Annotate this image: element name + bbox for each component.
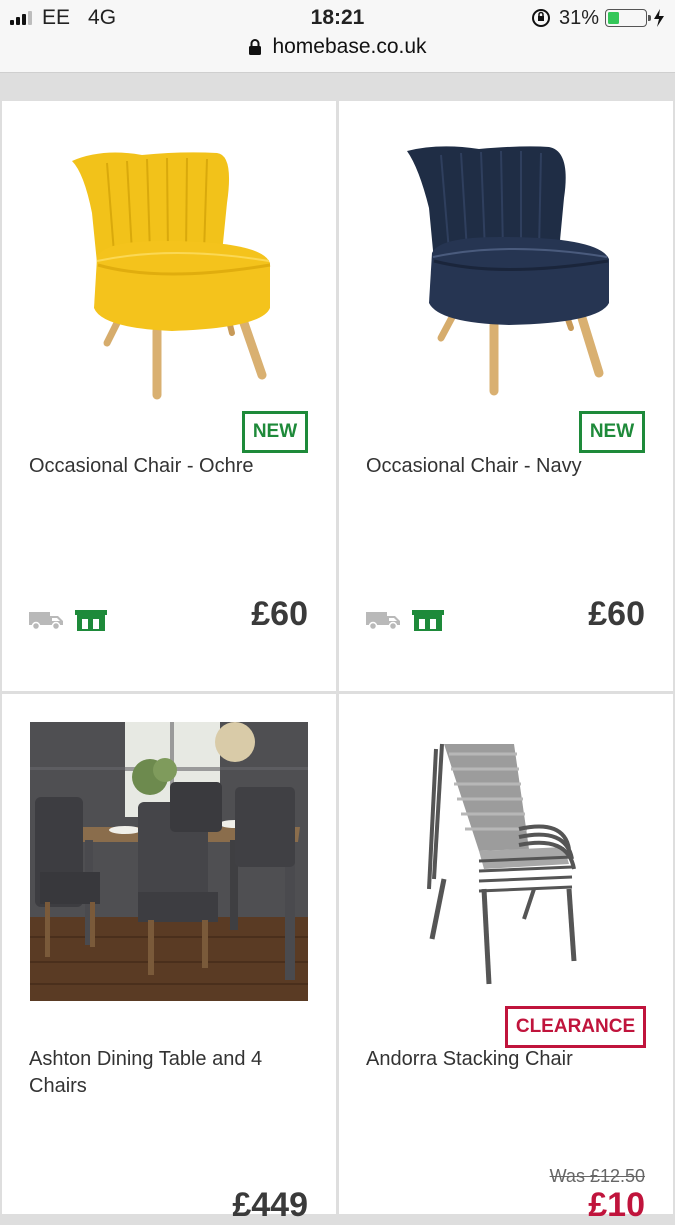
product-title[interactable]: Occasional Chair - Ochre <box>29 453 309 480</box>
navy-armchair-image[interactable] <box>399 143 619 403</box>
charging-bolt-icon <box>654 9 664 27</box>
product-title[interactable]: Andorra Stacking Chair <box>366 1046 646 1073</box>
price: £449 <box>232 1186 308 1224</box>
delivery-van-icon <box>29 612 63 631</box>
price: £60 <box>251 595 308 633</box>
product-card[interactable]: Ashton Dining Table and 4 Chairs £449 <box>2 694 336 1224</box>
product-card[interactable]: NEW Occasional Chair - Ochre £60 <box>2 101 336 691</box>
new-badge: NEW <box>242 411 308 453</box>
url-text: homebase.co.uk <box>272 35 427 58</box>
product-card[interactable]: CLEARANCE Andorra Stacking Chair Was £12… <box>339 694 673 1224</box>
delivery-options <box>365 608 445 632</box>
store-collect-icon <box>75 610 107 631</box>
status-right: 31% <box>531 6 665 30</box>
product-title[interactable]: Occasional Chair - Navy <box>366 453 646 480</box>
delivery-van-icon <box>366 612 400 631</box>
rotation-lock-icon <box>531 9 550 27</box>
battery-icon <box>605 9 651 27</box>
yellow-armchair-image[interactable] <box>62 143 282 403</box>
padlock-icon <box>249 39 262 55</box>
battery-percent: 31% <box>558 6 599 29</box>
product-card[interactable]: NEW Occasional Chair - Navy £60 <box>339 101 673 691</box>
stacking-chair-image[interactable] <box>424 739 594 989</box>
product-title[interactable]: Ashton Dining Table and 4 Chairs <box>29 1046 309 1100</box>
sale-price: £10 <box>588 1186 645 1224</box>
clearance-badge: CLEARANCE <box>505 1006 646 1048</box>
price: £60 <box>588 595 645 633</box>
status-bar: EE 4G 18:21 31% homebase.co.uk <box>0 0 675 73</box>
store-collect-icon <box>412 610 444 631</box>
address-bar[interactable]: homebase.co.uk <box>0 35 675 59</box>
battery-level <box>608 12 619 24</box>
was-price: Was £12.50 <box>549 1166 645 1186</box>
new-badge: NEW <box>579 411 645 453</box>
dining-set-image[interactable] <box>30 722 308 1001</box>
delivery-options <box>28 608 108 632</box>
